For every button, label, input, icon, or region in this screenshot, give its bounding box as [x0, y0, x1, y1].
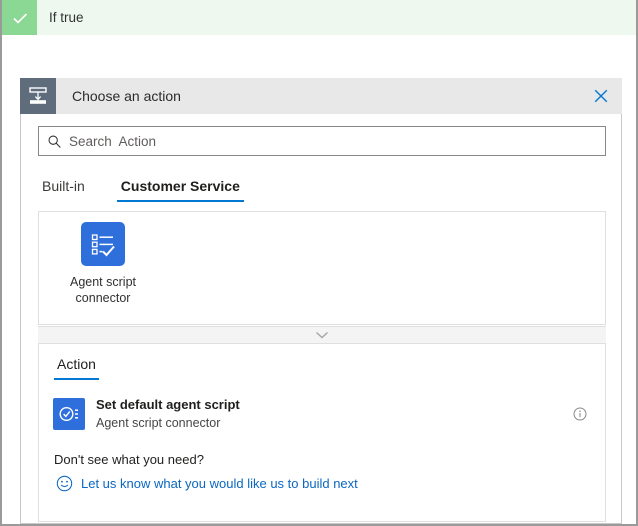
chevron-down-icon: [315, 331, 329, 339]
connector-name: Agent script connector: [55, 274, 151, 306]
search-icon: [39, 134, 69, 149]
info-icon[interactable]: [567, 407, 593, 421]
panel-footer: Don't see what you need? Let us know wha…: [54, 452, 358, 492]
tab-built-in[interactable]: Built-in: [38, 178, 89, 202]
action-text: Set default agent script Agent script co…: [96, 397, 567, 431]
results-area: Action Set default agent script Agent sc…: [38, 344, 606, 522]
connector-grid: Agent script connector: [38, 211, 606, 325]
action-list-item[interactable]: Set default agent script Agent script co…: [53, 391, 593, 437]
action-subtitle: Agent script connector: [96, 415, 567, 431]
close-icon[interactable]: [580, 78, 622, 114]
smiley-icon: [54, 475, 74, 492]
action-title: Set default agent script: [96, 397, 567, 413]
panel-splitter[interactable]: [38, 326, 606, 344]
search-box[interactable]: [38, 126, 606, 156]
subtab-action[interactable]: Action: [54, 356, 99, 380]
panel-header: Choose an action: [20, 78, 622, 114]
panel-title: Choose an action: [72, 88, 580, 104]
connector-tile-agent-script[interactable]: Agent script connector: [55, 222, 151, 306]
feedback-link-row[interactable]: Let us know what you would like us to bu…: [54, 475, 358, 492]
insert-step-icon: [20, 78, 56, 114]
if-true-banner: If true: [2, 0, 636, 35]
feedback-link[interactable]: Let us know what you would like us to bu…: [81, 476, 358, 491]
if-true-label: If true: [49, 10, 84, 25]
footer-question: Don't see what you need?: [54, 452, 358, 467]
choose-action-panel: Built-in Customer Service Agent: [20, 78, 622, 524]
check-icon: [2, 0, 37, 35]
app-frame: If true Built-in Customer Service: [0, 0, 638, 526]
tab-customer-service[interactable]: Customer Service: [117, 178, 244, 202]
connector-tabs: Built-in Customer Service: [38, 170, 606, 202]
search-input[interactable]: [69, 128, 605, 154]
result-subtabs: Action: [54, 356, 99, 380]
checklist-icon: [81, 222, 125, 266]
circle-check-list-icon: [53, 398, 85, 430]
